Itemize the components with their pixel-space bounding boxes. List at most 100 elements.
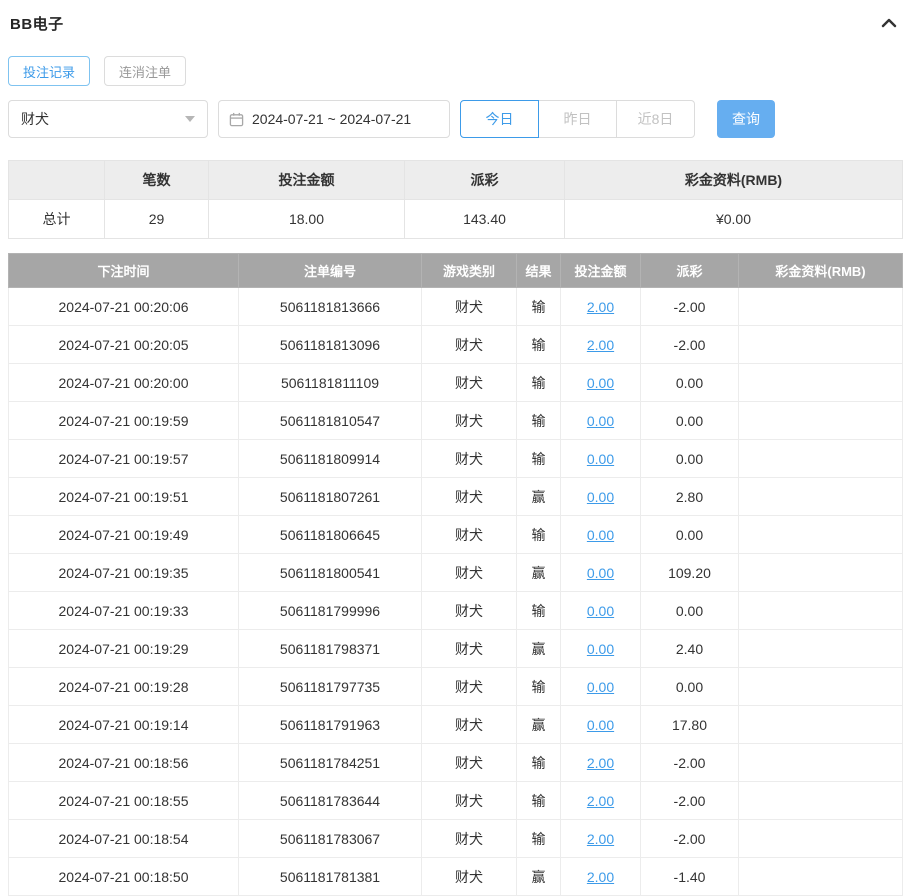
payout-cell: 17.80 xyxy=(640,705,739,744)
order-number-cell: 5061181784251 xyxy=(238,743,422,782)
game-type-cell: 财犬 xyxy=(421,819,517,858)
table-row: 2024-07-21 00:20:06 5061181813666 财犬输 2.00 -… xyxy=(8,287,903,326)
bet-amount-link[interactable]: 0.00 xyxy=(587,451,614,467)
summary-payout-value: 143.40 xyxy=(404,199,565,239)
game-type-cell: 财犬 xyxy=(421,325,517,364)
payout-cell: 2.80 xyxy=(640,477,739,516)
bet-amount-link[interactable]: 2.00 xyxy=(587,299,614,315)
calendar-icon xyxy=(229,112,244,126)
bonus-cell xyxy=(738,439,903,478)
game-type-cell: 财犬 xyxy=(421,629,517,668)
result-cell: 输 xyxy=(516,363,561,402)
bet-amount-link[interactable]: 0.00 xyxy=(587,717,614,733)
summary-table: 笔数 投注金额 派彩 彩金资料(RMB) 总计 29 18.00 143.40 … xyxy=(8,160,903,239)
payout-cell: -2.00 xyxy=(640,781,739,820)
order-number-cell: 5061181783067 xyxy=(238,819,422,858)
game-type-cell: 财犬 xyxy=(421,857,517,896)
bet-amount-link[interactable]: 2.00 xyxy=(587,869,614,885)
bet-time-cell: 2024-07-21 00:20:05 xyxy=(8,325,239,364)
bet-amount-link[interactable]: 0.00 xyxy=(587,603,614,619)
result-cell: 赢 xyxy=(516,629,561,668)
bet-amount-link[interactable]: 0.00 xyxy=(587,641,614,657)
game-type-cell: 财犬 xyxy=(421,477,517,516)
result-cell: 输 xyxy=(516,287,561,326)
records-column-header: 投注金额 xyxy=(560,253,641,288)
table-row: 2024-07-21 00:19:28 5061181797735 财犬输 0.00 0… xyxy=(8,667,903,706)
records-column-header: 结果 xyxy=(516,253,561,288)
bet-time-cell: 2024-07-21 00:19:35 xyxy=(8,553,239,592)
bet-amount-link[interactable]: 2.00 xyxy=(587,755,614,771)
bet-amount-cell: 2.00 xyxy=(560,743,641,782)
payout-cell: -2.00 xyxy=(640,287,739,326)
bet-amount-link[interactable]: 2.00 xyxy=(587,793,614,809)
game-select[interactable]: 财犬 xyxy=(8,100,208,138)
table-row: 2024-07-21 00:19:49 5061181806645 财犬输 0.00 0… xyxy=(8,515,903,554)
quick-today-button[interactable]: 今日 xyxy=(460,100,539,138)
bet-amount-cell: 0.00 xyxy=(560,629,641,668)
quick-yesterday-button[interactable]: 昨日 xyxy=(538,100,617,138)
tab-cancelled-orders[interactable]: 连消注单 xyxy=(104,56,187,86)
order-number-cell: 5061181807261 xyxy=(238,477,422,516)
result-cell: 输 xyxy=(516,819,561,858)
bet-amount-link[interactable]: 0.00 xyxy=(587,565,614,581)
bet-amount-link[interactable]: 0.00 xyxy=(587,679,614,695)
bonus-cell xyxy=(738,477,903,516)
records-table-body: 2024-07-21 00:20:06 5061181813666 财犬输 2.00-… xyxy=(8,287,903,896)
table-row: 2024-07-21 00:19:59 5061181810547 财犬输 0.00 0… xyxy=(8,401,903,440)
bonus-cell xyxy=(738,515,903,554)
result-cell: 赢 xyxy=(516,705,561,744)
tab-bet-records[interactable]: 投注记录 xyxy=(8,56,91,86)
game-type-cell: 财犬 xyxy=(421,705,517,744)
payout-cell: 0.00 xyxy=(640,515,739,554)
bet-amount-link[interactable]: 0.00 xyxy=(587,489,614,505)
table-row: 2024-07-21 00:18:55 5061181783644 财犬输 2.00 -… xyxy=(8,781,903,820)
payout-cell: -2.00 xyxy=(640,325,739,364)
result-cell: 赢 xyxy=(516,477,561,516)
table-row: 2024-07-21 00:19:29 5061181798371 财犬赢 0.00 2… xyxy=(8,629,903,668)
order-number-cell: 5061181809914 xyxy=(238,439,422,478)
summary-header-bet-amount: 投注金额 xyxy=(208,160,405,200)
bet-amount-link[interactable]: 2.00 xyxy=(587,831,614,847)
bet-amount-cell: 0.00 xyxy=(560,705,641,744)
order-number-cell: 5061181781381 xyxy=(238,857,422,896)
table-row: 2024-07-21 00:19:14 5061181791963 财犬赢 0.00 1… xyxy=(8,705,903,744)
bonus-cell xyxy=(738,743,903,782)
bonus-cell xyxy=(738,705,903,744)
payout-cell: 0.00 xyxy=(640,363,739,402)
bonus-cell xyxy=(738,819,903,858)
summary-header-bonus: 彩金资料(RMB) xyxy=(564,160,903,200)
quick-last8days-button[interactable]: 近8日 xyxy=(616,100,695,138)
summary-total-label: 总计 xyxy=(8,199,105,239)
bet-amount-link[interactable]: 0.00 xyxy=(587,413,614,429)
records-column-header: 游戏类别 xyxy=(421,253,517,288)
records-table: 下注时间 注单编号 游戏类别 结果 投注金额 派彩 彩金资料(RMB) 2024-07-21… xyxy=(8,253,903,896)
order-number-cell: 5061181811109 xyxy=(238,363,422,402)
bet-records-panel: BB电子 投注记录 连消注单 财犬 2024-07-21 ~ 2024-07-2… xyxy=(0,0,911,896)
table-row: 2024-07-21 00:18:56 5061181784251 财犬输 2.00 -… xyxy=(8,743,903,782)
bet-time-cell: 2024-07-21 00:19:49 xyxy=(8,515,239,554)
collapse-button[interactable] xyxy=(879,15,899,31)
bet-amount-link[interactable]: 0.00 xyxy=(587,527,614,543)
date-range-picker[interactable]: 2024-07-21 ~ 2024-07-21 xyxy=(218,100,450,138)
query-button[interactable]: 查询 xyxy=(717,100,775,138)
bet-amount-link[interactable]: 0.00 xyxy=(587,375,614,391)
table-row: 2024-07-21 00:19:33 5061181799996 财犬输 0.00 0… xyxy=(8,591,903,630)
date-range-value: 2024-07-21 ~ 2024-07-21 xyxy=(252,111,412,127)
bonus-cell xyxy=(738,629,903,668)
bet-time-cell: 2024-07-21 00:20:06 xyxy=(8,287,239,326)
result-cell: 赢 xyxy=(516,553,561,592)
bet-amount-cell: 0.00 xyxy=(560,553,641,592)
records-column-header: 派彩 xyxy=(640,253,739,288)
payout-cell: 0.00 xyxy=(640,439,739,478)
chevron-down-icon xyxy=(185,116,195,122)
game-type-cell: 财犬 xyxy=(421,287,517,326)
game-type-cell: 财犬 xyxy=(421,401,517,440)
filter-bar: 财犬 2024-07-21 ~ 2024-07-21 今日 昨日 近8日 查询 xyxy=(8,100,903,138)
payout-cell: -1.40 xyxy=(640,857,739,896)
bet-amount-link[interactable]: 2.00 xyxy=(587,337,614,353)
bonus-cell xyxy=(738,857,903,896)
records-column-header: 彩金资料(RMB) xyxy=(738,253,903,288)
result-cell: 输 xyxy=(516,515,561,554)
summary-header-count: 笔数 xyxy=(104,160,209,200)
bonus-cell xyxy=(738,401,903,440)
